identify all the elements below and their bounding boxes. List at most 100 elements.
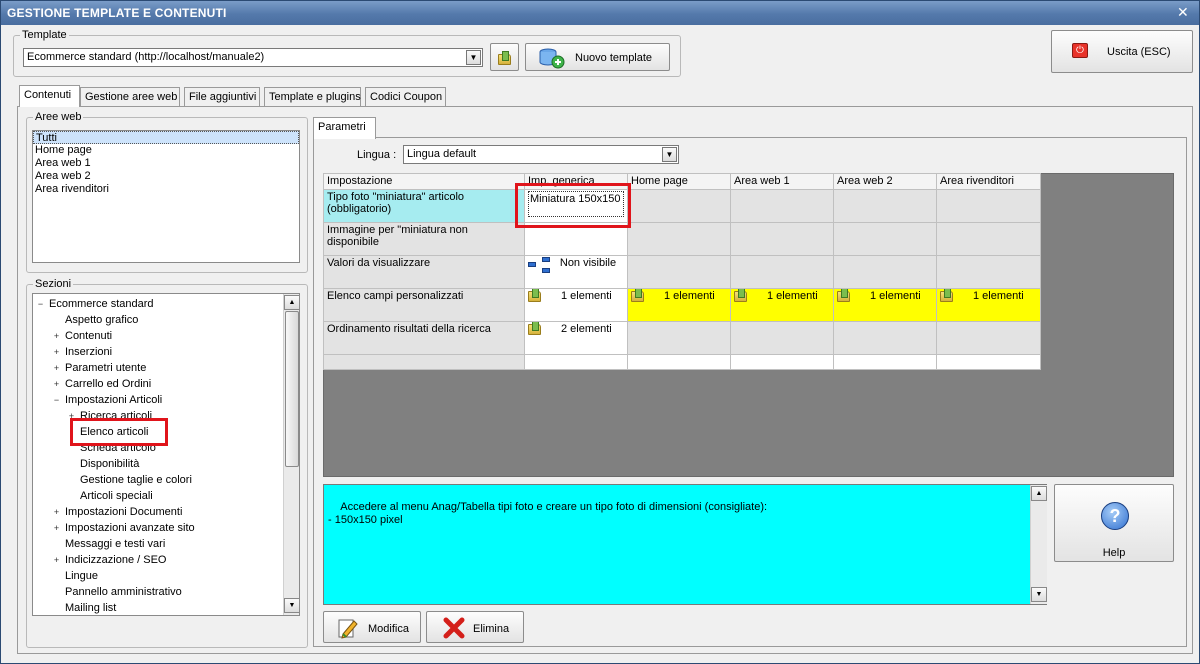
- scroll-up-icon[interactable]: ▲: [1031, 486, 1047, 501]
- expand-icon[interactable]: +: [52, 556, 61, 565]
- area-value-cell[interactable]: [833, 321, 937, 355]
- area-value-cell[interactable]: 1 elementi: [936, 288, 1041, 322]
- tab-codici-coupon[interactable]: Codici Coupon: [365, 87, 446, 107]
- modifica-button[interactable]: Modifica: [323, 611, 421, 643]
- column-header[interactable]: Home page: [627, 173, 731, 190]
- template-select[interactable]: Ecommerce standard (http://localhost/man…: [23, 48, 483, 67]
- tree-item-label: Impostazioni Articoli: [65, 394, 163, 406]
- list-item[interactable]: Home page: [33, 144, 299, 157]
- column-header[interactable]: Impostazione: [323, 173, 525, 190]
- area-value-cell[interactable]: [627, 189, 731, 223]
- column-header[interactable]: Area web 2: [833, 173, 937, 190]
- description-content: Accedere al menu Anag/Tabella tipi foto …: [328, 501, 768, 526]
- tree-item[interactable]: − Ecommerce standard: [36, 297, 154, 312]
- chevron-down-icon[interactable]: ▼: [466, 50, 481, 65]
- tree-item-label: Impostazioni Documenti: [65, 506, 183, 518]
- tree-item[interactable]: Articoli speciali: [67, 489, 153, 504]
- scroll-down-icon[interactable]: ▼: [1031, 587, 1047, 602]
- help-button[interactable]: ? Help: [1054, 484, 1174, 562]
- tree-item[interactable]: Disponibilità: [67, 457, 139, 472]
- tree-item[interactable]: + Ricerca articoli: [67, 409, 152, 424]
- expand-icon[interactable]: +: [52, 380, 61, 389]
- delete-icon: [443, 617, 465, 642]
- folder-icon: [631, 289, 644, 302]
- column-header[interactable]: Area rivenditori: [936, 173, 1041, 190]
- tree-item[interactable]: Aspetto grafico: [52, 313, 138, 328]
- area-value-cell[interactable]: [936, 222, 1041, 256]
- generic-value-cell[interactable]: [524, 222, 628, 256]
- tree-item[interactable]: Messaggi e testi vari: [52, 537, 165, 552]
- area-value-cell[interactable]: [730, 321, 834, 355]
- collapse-icon[interactable]: −: [52, 396, 61, 405]
- area-value-cell[interactable]: [936, 255, 1041, 289]
- tree-item[interactable]: Mailing list: [52, 601, 116, 615]
- tree-item[interactable]: + Contenuti: [52, 329, 112, 344]
- tree-item[interactable]: + Impostazioni Documenti: [52, 505, 183, 520]
- generic-value-cell[interactable]: 1 elementi: [524, 288, 628, 322]
- tree-item[interactable]: + Indicizzazione / SEO: [52, 553, 167, 568]
- area-value-cell[interactable]: [627, 255, 731, 289]
- area-value-cell[interactable]: [833, 255, 937, 289]
- description-scrollbar[interactable]: ▲ ▼: [1030, 485, 1047, 604]
- tree-item[interactable]: Gestione taglie e colori: [67, 473, 192, 488]
- tree-item[interactable]: + Parametri utente: [52, 361, 146, 376]
- area-value-cell[interactable]: [730, 255, 834, 289]
- tree-item-label: Messaggi e testi vari: [65, 538, 166, 550]
- expand-icon[interactable]: +: [52, 332, 61, 341]
- tab-file-aggiuntivi[interactable]: File aggiuntivi: [184, 87, 260, 107]
- expand-icon[interactable]: +: [52, 508, 61, 517]
- list-item[interactable]: Tutti: [33, 131, 299, 144]
- tree-item[interactable]: Lingue: [52, 569, 98, 584]
- chevron-down-icon[interactable]: ▼: [662, 147, 677, 162]
- collapse-icon[interactable]: −: [36, 300, 45, 309]
- column-header[interactable]: Area web 1: [730, 173, 834, 190]
- setting-label: Valori da visualizzare: [323, 255, 525, 289]
- tree-item[interactable]: + Impostazioni avanzate sito: [52, 521, 195, 536]
- generic-value-cell[interactable]: Miniatura 150x150: [524, 189, 628, 223]
- close-icon[interactable]: ✕: [1175, 4, 1191, 20]
- area-value-cell[interactable]: [833, 189, 937, 223]
- expand-icon[interactable]: +: [52, 364, 61, 373]
- area-value-cell[interactable]: [833, 222, 937, 256]
- new-template-button[interactable]: Nuovo template: [525, 43, 670, 71]
- expand-icon[interactable]: +: [52, 348, 61, 357]
- scroll-up-icon[interactable]: ▲: [284, 295, 299, 310]
- tab-template-e-plugins[interactable]: Template e plugins: [264, 87, 361, 107]
- tab-gestione-aree-web[interactable]: Gestione aree web: [80, 87, 180, 107]
- tree-item[interactable]: Scheda articolo: [67, 441, 156, 456]
- area-value-cell[interactable]: [730, 222, 834, 256]
- exit-button[interactable]: ⏻ Uscita (ESC): [1051, 30, 1193, 73]
- tab-contenuti[interactable]: Contenuti: [19, 85, 80, 107]
- scroll-thumb[interactable]: [285, 311, 299, 467]
- area-value: 1 elementi: [973, 290, 1024, 302]
- list-item[interactable]: Area web 1: [33, 157, 299, 170]
- tree-item[interactable]: + Carrello ed Ordini: [52, 377, 151, 392]
- lingua-select[interactable]: Lingua default ▼: [403, 145, 679, 164]
- elimina-button[interactable]: Elimina: [426, 611, 524, 643]
- area-value-cell[interactable]: [730, 189, 834, 223]
- open-folder-button[interactable]: [490, 43, 519, 71]
- area-value-cell[interactable]: [936, 189, 1041, 223]
- tab-parametri[interactable]: Parametri: [313, 117, 376, 139]
- area-value-cell[interactable]: 1 elementi: [833, 288, 937, 322]
- area-value-cell[interactable]: [627, 222, 731, 256]
- area-value-cell[interactable]: 1 elementi: [627, 288, 731, 322]
- area-value-cell[interactable]: [627, 321, 731, 355]
- list-item[interactable]: Area rivenditori: [33, 183, 299, 196]
- tree-scrollbar[interactable]: ▲ ▼: [283, 294, 299, 615]
- area-value-cell[interactable]: [936, 321, 1041, 355]
- generic-value-cell[interactable]: 2 elementi: [524, 321, 628, 355]
- scroll-down-icon[interactable]: ▼: [284, 598, 299, 613]
- list-item[interactable]: Area web 2: [33, 170, 299, 183]
- expand-icon[interactable]: +: [67, 412, 76, 421]
- column-header[interactable]: Imp. generica: [524, 173, 628, 190]
- expand-icon[interactable]: +: [52, 524, 61, 533]
- generic-value-cell[interactable]: Non visibile: [524, 255, 628, 289]
- tree-item[interactable]: Pannello amministrativo: [52, 585, 182, 600]
- tree-item[interactable]: − Impostazioni Articoli: [52, 393, 162, 408]
- area-value-cell[interactable]: 1 elementi: [730, 288, 834, 322]
- sezioni-tree: − Ecommerce standard Aspetto grafico + Conte…: [32, 293, 300, 616]
- tree-item[interactable]: Elenco articoli: [67, 425, 148, 440]
- tree-item[interactable]: + Inserzioni: [52, 345, 112, 360]
